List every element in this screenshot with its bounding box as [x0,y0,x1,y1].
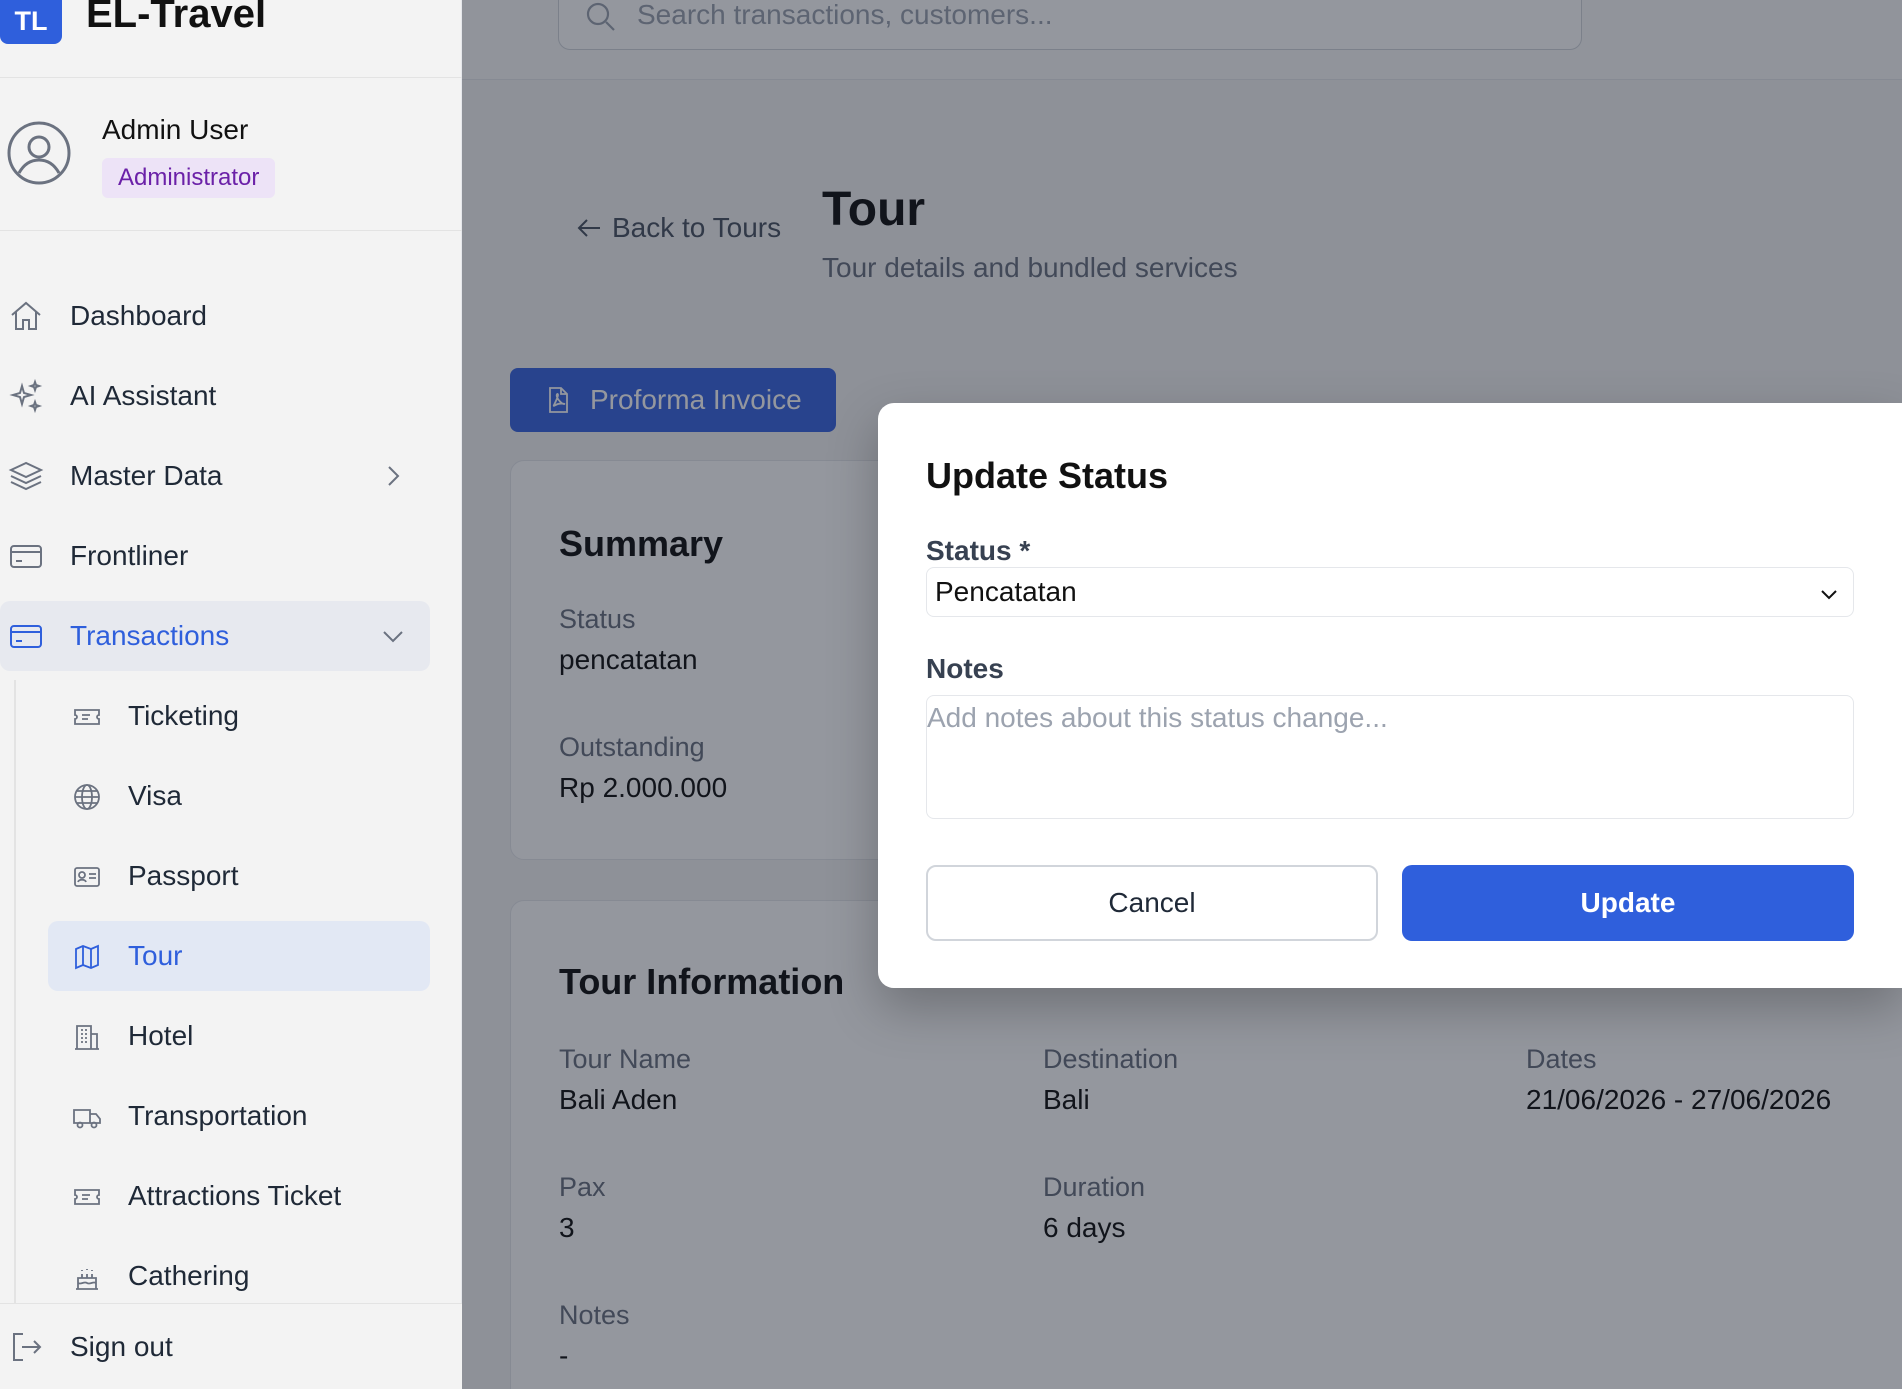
nav-dashboard-label: Dashboard [70,300,207,331]
nav-ai-label: AI Assistant [70,380,217,411]
status-select-value: Pencatatan [935,576,1077,607]
sub-transportation[interactable]: Transportation [48,1081,430,1151]
user-role-badge: Administrator [102,158,276,198]
submenu-rail [14,680,16,1305]
nav-master-data[interactable]: Master Data [0,441,430,511]
id-card-icon [74,867,100,887]
sub-visa[interactable]: Visa [48,761,430,831]
building-icon [75,1025,99,1050]
user-avatar-icon[interactable] [6,120,72,186]
brand-logo[interactable]: TL [0,0,62,44]
nav-sign-out[interactable]: Sign out [0,1312,430,1382]
nav-transactions-label: Transactions [70,620,230,651]
modal-title: Update Status [926,455,1169,496]
nav-frontliner-label: Frontliner [70,540,189,571]
sub-attractions-label: Attractions Ticket [128,1180,342,1211]
credit-card-icon [10,545,42,568]
nav-signout-label: Sign out [70,1331,173,1362]
ticket-icon [74,709,100,725]
transactions-card-icon [10,625,42,648]
nav-transactions[interactable]: Transactions [0,601,430,671]
sub-passport-label: Passport [128,860,239,891]
sub-passport[interactable]: Passport [48,841,430,911]
status-field-label: Status * [926,535,1031,566]
cancel-button[interactable]: Cancel [926,865,1378,941]
sub-tour-label: Tour [128,940,183,971]
signout-section: Sign out [0,1303,462,1389]
sub-attractions-ticket[interactable]: Attractions Ticket [48,1161,430,1231]
brand-header: TL EL-Travel [0,0,462,78]
home-icon [11,301,41,330]
logout-icon [13,1333,42,1361]
sub-tour[interactable]: Tour [48,921,430,991]
nav-master-label: Master Data [70,460,223,491]
sub-transportation-label: Transportation [128,1100,308,1131]
user-name: Admin User [102,114,249,145]
attraction-ticket-icon [74,1189,100,1205]
layers-icon [8,461,44,491]
chevron-right-icon [388,466,400,486]
sidebar: TL EL-Travel Admin User Administrator Da… [0,0,462,1389]
sub-cathering[interactable]: Cathering [48,1241,430,1311]
globe-icon [74,784,100,810]
cake-icon [76,1269,98,1290]
notes-field-label: Notes [926,653,1004,684]
user-profile: Admin User Administrator [0,78,462,231]
chevron-down-icon [383,631,403,643]
nav-ai-assistant[interactable]: AI Assistant [0,361,430,431]
notes-textarea[interactable] [926,695,1854,819]
nav-dashboard[interactable]: Dashboard [0,281,430,351]
sub-hotel[interactable]: Hotel [48,1001,430,1071]
sub-hotel-label: Hotel [128,1020,194,1051]
update-button[interactable]: Update [1402,865,1854,941]
sub-cathering-label: Cathering [128,1260,250,1291]
status-select[interactable]: Pencatatan [926,567,1854,617]
nav-frontliner[interactable]: Frontliner [0,521,430,591]
chevron-down-icon [1821,590,1837,600]
sub-visa-label: Visa [128,780,182,811]
map-icon [75,944,99,970]
sub-ticketing-label: Ticketing [128,700,240,731]
sparkles-icon [9,378,43,414]
update-status-modal: Update Status Status * Pencatatan Notes … [878,403,1902,988]
sub-ticketing[interactable]: Ticketing [48,681,430,751]
truck-icon [73,1109,101,1129]
brand-name[interactable]: EL-Travel [86,0,266,37]
